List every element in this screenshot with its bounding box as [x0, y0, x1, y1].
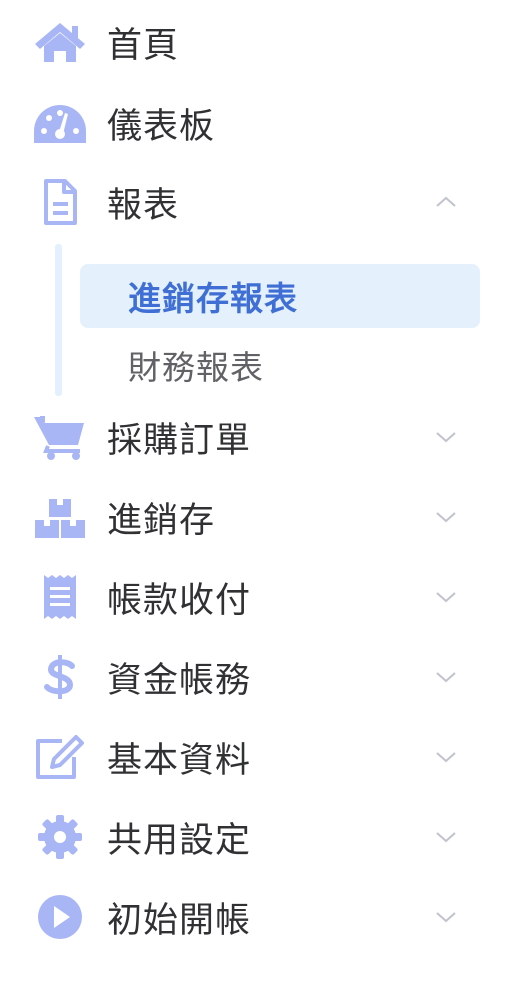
menu-item-label: 初始開帳	[107, 900, 252, 941]
play-icon	[32, 893, 88, 941]
menu-item-label: 首頁	[107, 25, 180, 66]
dashboard-icon	[32, 99, 88, 147]
menu-item-label: 資金帳務	[107, 660, 252, 701]
dollar-icon	[32, 653, 88, 701]
menu-item-label: 帳款收付	[107, 580, 252, 621]
menu-item-label: 基本資料	[107, 740, 252, 781]
menu-item-reports[interactable]: 報表	[0, 170, 508, 234]
chevron-down-icon	[436, 672, 456, 683]
chevron-down-icon	[436, 512, 456, 523]
menu-item-funds[interactable]: 資金帳務	[0, 645, 508, 709]
receipt-icon	[32, 573, 88, 621]
edit-icon	[32, 733, 88, 781]
chevron-up-icon	[436, 196, 456, 207]
submenu-item-inventory-report[interactable]: 進銷存報表	[80, 264, 480, 328]
menu-item-label: 報表	[107, 185, 180, 226]
submenu-rail	[55, 244, 62, 396]
menu-item-label: 儀表板	[107, 106, 216, 147]
submenu-item-financial-report[interactable]: 財務報表	[80, 333, 480, 397]
submenu-item-label: 進銷存報表	[128, 279, 298, 318]
sidebar-menu: 首頁 儀表板 報表 進銷存報表 財務報表 採購訂單 進銷存 帳款收付 資金帳務 …	[0, 0, 508, 982]
menu-item-shared-settings[interactable]: 共用設定	[0, 805, 508, 869]
menu-item-master-data[interactable]: 基本資料	[0, 725, 508, 789]
menu-item-payments[interactable]: 帳款收付	[0, 565, 508, 629]
menu-item-dashboard[interactable]: 儀表板	[0, 91, 508, 155]
chevron-down-icon	[436, 432, 456, 443]
cart-icon	[32, 413, 88, 461]
file-icon	[32, 178, 88, 226]
boxes-icon	[32, 493, 88, 541]
menu-item-inventory[interactable]: 進銷存	[0, 485, 508, 549]
menu-item-purchase-orders[interactable]: 採購訂單	[0, 405, 508, 469]
menu-item-label: 採購訂單	[107, 420, 252, 461]
chevron-down-icon	[436, 832, 456, 843]
menu-item-home[interactable]: 首頁	[0, 10, 508, 74]
menu-item-label: 共用設定	[107, 820, 252, 861]
chevron-down-icon	[436, 592, 456, 603]
chevron-down-icon	[436, 752, 456, 763]
gear-icon	[32, 813, 88, 861]
menu-item-label: 進銷存	[107, 500, 216, 541]
submenu-item-label: 財務報表	[128, 348, 264, 387]
chevron-down-icon	[436, 912, 456, 923]
home-icon	[32, 18, 88, 66]
menu-item-initial-setup[interactable]: 初始開帳	[0, 885, 508, 949]
